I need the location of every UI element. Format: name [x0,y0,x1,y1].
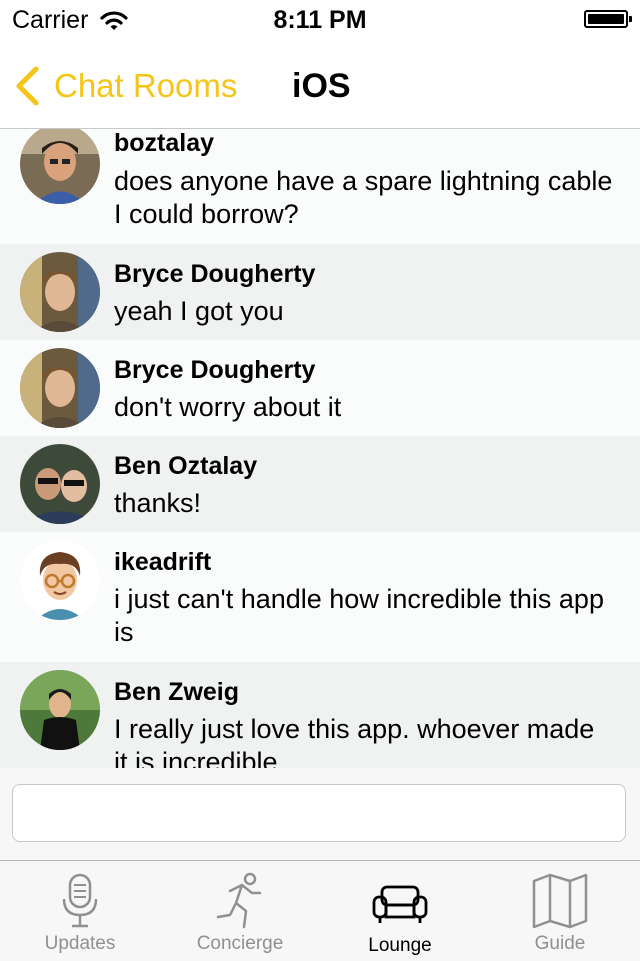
message-composer [0,768,640,860]
chat-message: Ben Zweig I really just love this app. w… [0,662,640,768]
message-text: yeah I got you [114,296,284,326]
sofa-icon [372,885,428,923]
message-author: boztalay [114,129,215,157]
tab-label: Guide [534,933,586,954]
avatar [20,444,100,524]
chat-message: Bryce Dougherty don't worry about it [0,340,640,436]
back-button-label: Chat Rooms [54,67,238,104]
page-title: iOS [292,67,351,105]
avatar [20,252,100,332]
chat-message-list[interactable]: boztalay does anyone have a spare lightn… [0,129,640,768]
tab-updates[interactable]: Updates [0,861,160,961]
chat-message: ikeadrift i just can't handle how incred… [0,532,640,662]
message-text: I really just love this app. whoever mad… [114,714,595,768]
tab-concierge[interactable]: Concierge [160,861,320,961]
map-icon [532,873,588,929]
avatar [20,348,100,428]
avatar [20,540,100,620]
navigation-bar: Chat Rooms iOS [0,40,640,129]
message-text: i just can't handle how incredible this … [114,584,604,647]
message-author: ikeadrift [114,548,212,576]
runner-icon [216,872,262,929]
tab-guide[interactable]: Guide [480,861,640,961]
message-author: Bryce Dougherty [114,356,316,384]
tab-lounge[interactable]: Lounge [320,861,480,961]
message-author: Ben Zweig [114,678,240,706]
chat-message: Ben Oztalay thanks! [0,436,640,532]
tab-label: Lounge [368,935,432,956]
status-time: 8:11 PM [273,6,367,34]
chat-message: Bryce Dougherty yeah I got you [0,244,640,340]
status-bar: Carrier 8:11 PM [0,0,640,40]
avatar [20,129,100,204]
battery-icon [584,10,632,28]
chevron-left-icon [16,66,39,106]
message-text: don't worry about it [114,392,342,422]
message-text: thanks! [114,488,202,518]
microphone-icon [62,873,98,928]
avatar [20,670,100,750]
chat-message: boztalay does anyone have a spare lightn… [0,129,640,244]
message-input[interactable] [12,784,626,842]
tab-bar: Updates Concierge Lounge Guide [0,860,640,961]
message-text: does anyone have a spare lightning cable… [114,166,613,229]
tab-label: Concierge [196,933,284,954]
message-author: Bryce Dougherty [114,260,316,288]
message-author: Ben Oztalay [114,452,258,480]
back-button[interactable]: Chat Rooms [14,64,237,108]
tab-label: Updates [44,933,116,954]
